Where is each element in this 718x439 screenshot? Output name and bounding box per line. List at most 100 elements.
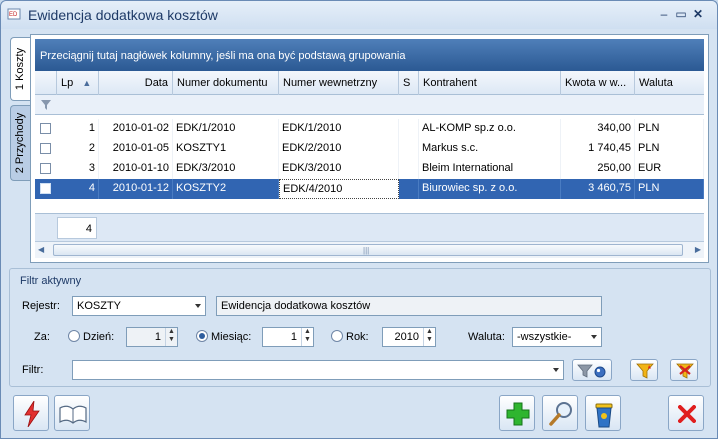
cell-numer-dokumentu: EDK/3/2010	[173, 159, 279, 179]
cell-data: 2010-01-05	[99, 139, 173, 159]
dzien-label: Dzień:	[83, 331, 115, 343]
table-row-selected[interactable]: 4 2010-01-12 KOSZTY2 EDK/4/2010 Biurowie…	[35, 179, 704, 199]
dzien-value: 1	[154, 331, 161, 343]
cell-kwota: 3 460,75	[561, 179, 635, 199]
waluta-select[interactable]: -wszystkie-	[512, 327, 602, 347]
cell-kontrahent: Biurowiec sp. z o.o.	[419, 179, 561, 199]
cell-numer-dokumentu: EDK/1/2010	[173, 119, 279, 139]
clear-filter-button[interactable]	[670, 359, 698, 381]
waluta-label: Waluta:	[468, 331, 505, 343]
row-checkbox[interactable]	[40, 143, 51, 154]
grid-header: Lp ▲ Data Numer dokumentu Numer wewnetrz…	[35, 71, 704, 95]
svg-text:ED: ED	[9, 12, 18, 18]
cell-numer-dokumentu: KOSZTY1	[173, 139, 279, 159]
header-kwota[interactable]: Kwota w w...	[561, 71, 635, 95]
tab-przychody[interactable]: 2 Przychody	[10, 105, 30, 181]
help-book-button[interactable]	[54, 395, 90, 431]
header-lp[interactable]: Lp ▲	[57, 71, 99, 95]
cell-kontrahent: Bleim International	[419, 159, 561, 179]
sort-ascending-icon: ▲	[82, 78, 92, 88]
cell-kwota: 1 740,45	[561, 139, 635, 159]
rejestr-description: Ewidencja dodatkowa kosztów	[216, 296, 602, 316]
cell-kontrahent: Markus s.c.	[419, 139, 561, 159]
rok-radio[interactable]	[331, 330, 343, 342]
cell-waluta: PLN	[635, 119, 704, 139]
row-checkbox[interactable]	[40, 163, 51, 174]
main-window: ED Ewidencja dodatkowa kosztów – ▭ ✕ 1 K…	[0, 0, 718, 439]
apply-filter-button[interactable]	[572, 359, 612, 381]
cell-numer-wewnetrzny-focused[interactable]: EDK/4/2010	[279, 179, 399, 199]
cell-kontrahent: AL-KOMP sp.z o.o.	[419, 119, 561, 139]
row-count: 4	[57, 217, 97, 239]
tab-koszty-label: 1 Koszty	[14, 47, 26, 91]
filter-row-icon	[41, 100, 51, 110]
cell-numer-wewnetrzny: EDK/1/2010	[279, 119, 399, 139]
table-row[interactable]: 2 2010-01-05 KOSZTY1 EDK/2/2010 Markus s…	[35, 139, 704, 159]
rok-spinner[interactable]: 2010 ▲ ▼	[382, 327, 436, 347]
edit-button[interactable]	[542, 395, 578, 431]
cell-waluta: PLN	[635, 139, 704, 159]
cell-kwota: 250,00	[561, 159, 635, 179]
dzien-spinner[interactable]: 1 ▲ ▼	[126, 327, 178, 347]
cell-numer-wewnetrzny: EDK/3/2010	[279, 159, 399, 179]
row-checkbox[interactable]	[40, 123, 51, 134]
grid-filter-row[interactable]	[35, 95, 704, 115]
filter-builder-button[interactable]	[630, 359, 658, 381]
cell-data: 2010-01-10	[99, 159, 173, 179]
plus-icon	[506, 402, 530, 426]
cell-numer-dokumentu: KOSZTY2	[173, 179, 279, 199]
minimize-icon[interactable]: –	[657, 7, 671, 21]
table-row[interactable]: 3 2010-01-10 EDK/3/2010 EDK/3/2010 Bleim…	[35, 159, 704, 179]
spinner-arrows-icon[interactable]: ▲ ▼	[423, 328, 435, 346]
tab-koszty[interactable]: 1 Koszty	[10, 37, 30, 101]
spinner-arrows-icon[interactable]: ▲ ▼	[301, 328, 313, 346]
rok-label: Rok:	[346, 331, 369, 343]
header-s[interactable]: S	[399, 71, 419, 95]
grid-summary-row: 4	[35, 213, 704, 241]
chevron-down-icon	[591, 335, 597, 339]
chevron-down-icon	[195, 304, 201, 308]
waluta-value: -wszystkie-	[517, 331, 572, 343]
filtr-input[interactable]	[72, 360, 564, 380]
cell-kwota: 340,00	[561, 119, 635, 139]
bulk-operations-button[interactable]	[13, 395, 49, 431]
filtr-label: Filtr:	[22, 364, 44, 376]
header-numer-wewnetrzny[interactable]: Numer wewnetrzny	[279, 71, 399, 95]
header-kontrahent[interactable]: Kontrahent	[419, 71, 561, 95]
cell-lp: 1	[57, 119, 99, 139]
close-window-icon[interactable]: ✕	[691, 7, 705, 21]
miesiac-label: Miesiąc:	[211, 331, 252, 343]
add-button[interactable]	[499, 395, 535, 431]
delete-button[interactable]	[585, 395, 621, 431]
close-button[interactable]	[668, 395, 704, 431]
spinner-arrows-icon[interactable]: ▲ ▼	[165, 328, 177, 346]
chevron-down-icon	[553, 368, 559, 372]
row-checkbox[interactable]	[40, 183, 51, 194]
cell-s	[399, 159, 419, 179]
cell-waluta: PLN	[635, 179, 704, 199]
trash-icon	[595, 403, 613, 428]
za-label: Za:	[34, 331, 50, 343]
header-lp-label: Lp	[61, 77, 74, 89]
horizontal-scrollbar[interactable]: ◀ ||| ▶	[35, 241, 704, 258]
header-data[interactable]: Data	[99, 71, 173, 95]
cell-s	[399, 139, 419, 159]
filter-panel-title: Filtr aktywny	[20, 275, 82, 287]
scroll-left-icon[interactable]: ◀	[38, 245, 44, 254]
window-title: Ewidencja dodatkowa kosztów	[28, 7, 218, 23]
header-numer-dokumentu[interactable]: Numer dokumentu	[173, 71, 279, 95]
scrollbar-thumb[interactable]: |||	[53, 244, 683, 256]
header-waluta[interactable]: Waluta	[635, 71, 704, 95]
maximize-icon[interactable]: ▭	[674, 7, 688, 21]
miesiac-spinner[interactable]: 1 ▲ ▼	[262, 327, 314, 347]
rejestr-label: Rejestr:	[22, 300, 60, 312]
lightning-icon	[24, 401, 40, 427]
filter-star-icon	[636, 363, 654, 379]
rejestr-select[interactable]: KOSZTY	[72, 296, 206, 316]
group-by-area[interactable]: Przeciągnij tutaj nagłówek kolumny, jeśl…	[35, 39, 704, 71]
filter-panel: Filtr aktywny Rejestr: KOSZTY Ewidencja …	[9, 268, 711, 387]
miesiac-radio[interactable]	[196, 330, 208, 342]
table-row[interactable]: 1 2010-01-02 EDK/1/2010 EDK/1/2010 AL-KO…	[35, 119, 704, 139]
dzien-radio[interactable]	[68, 330, 80, 342]
scroll-right-icon[interactable]: ▶	[695, 245, 701, 254]
